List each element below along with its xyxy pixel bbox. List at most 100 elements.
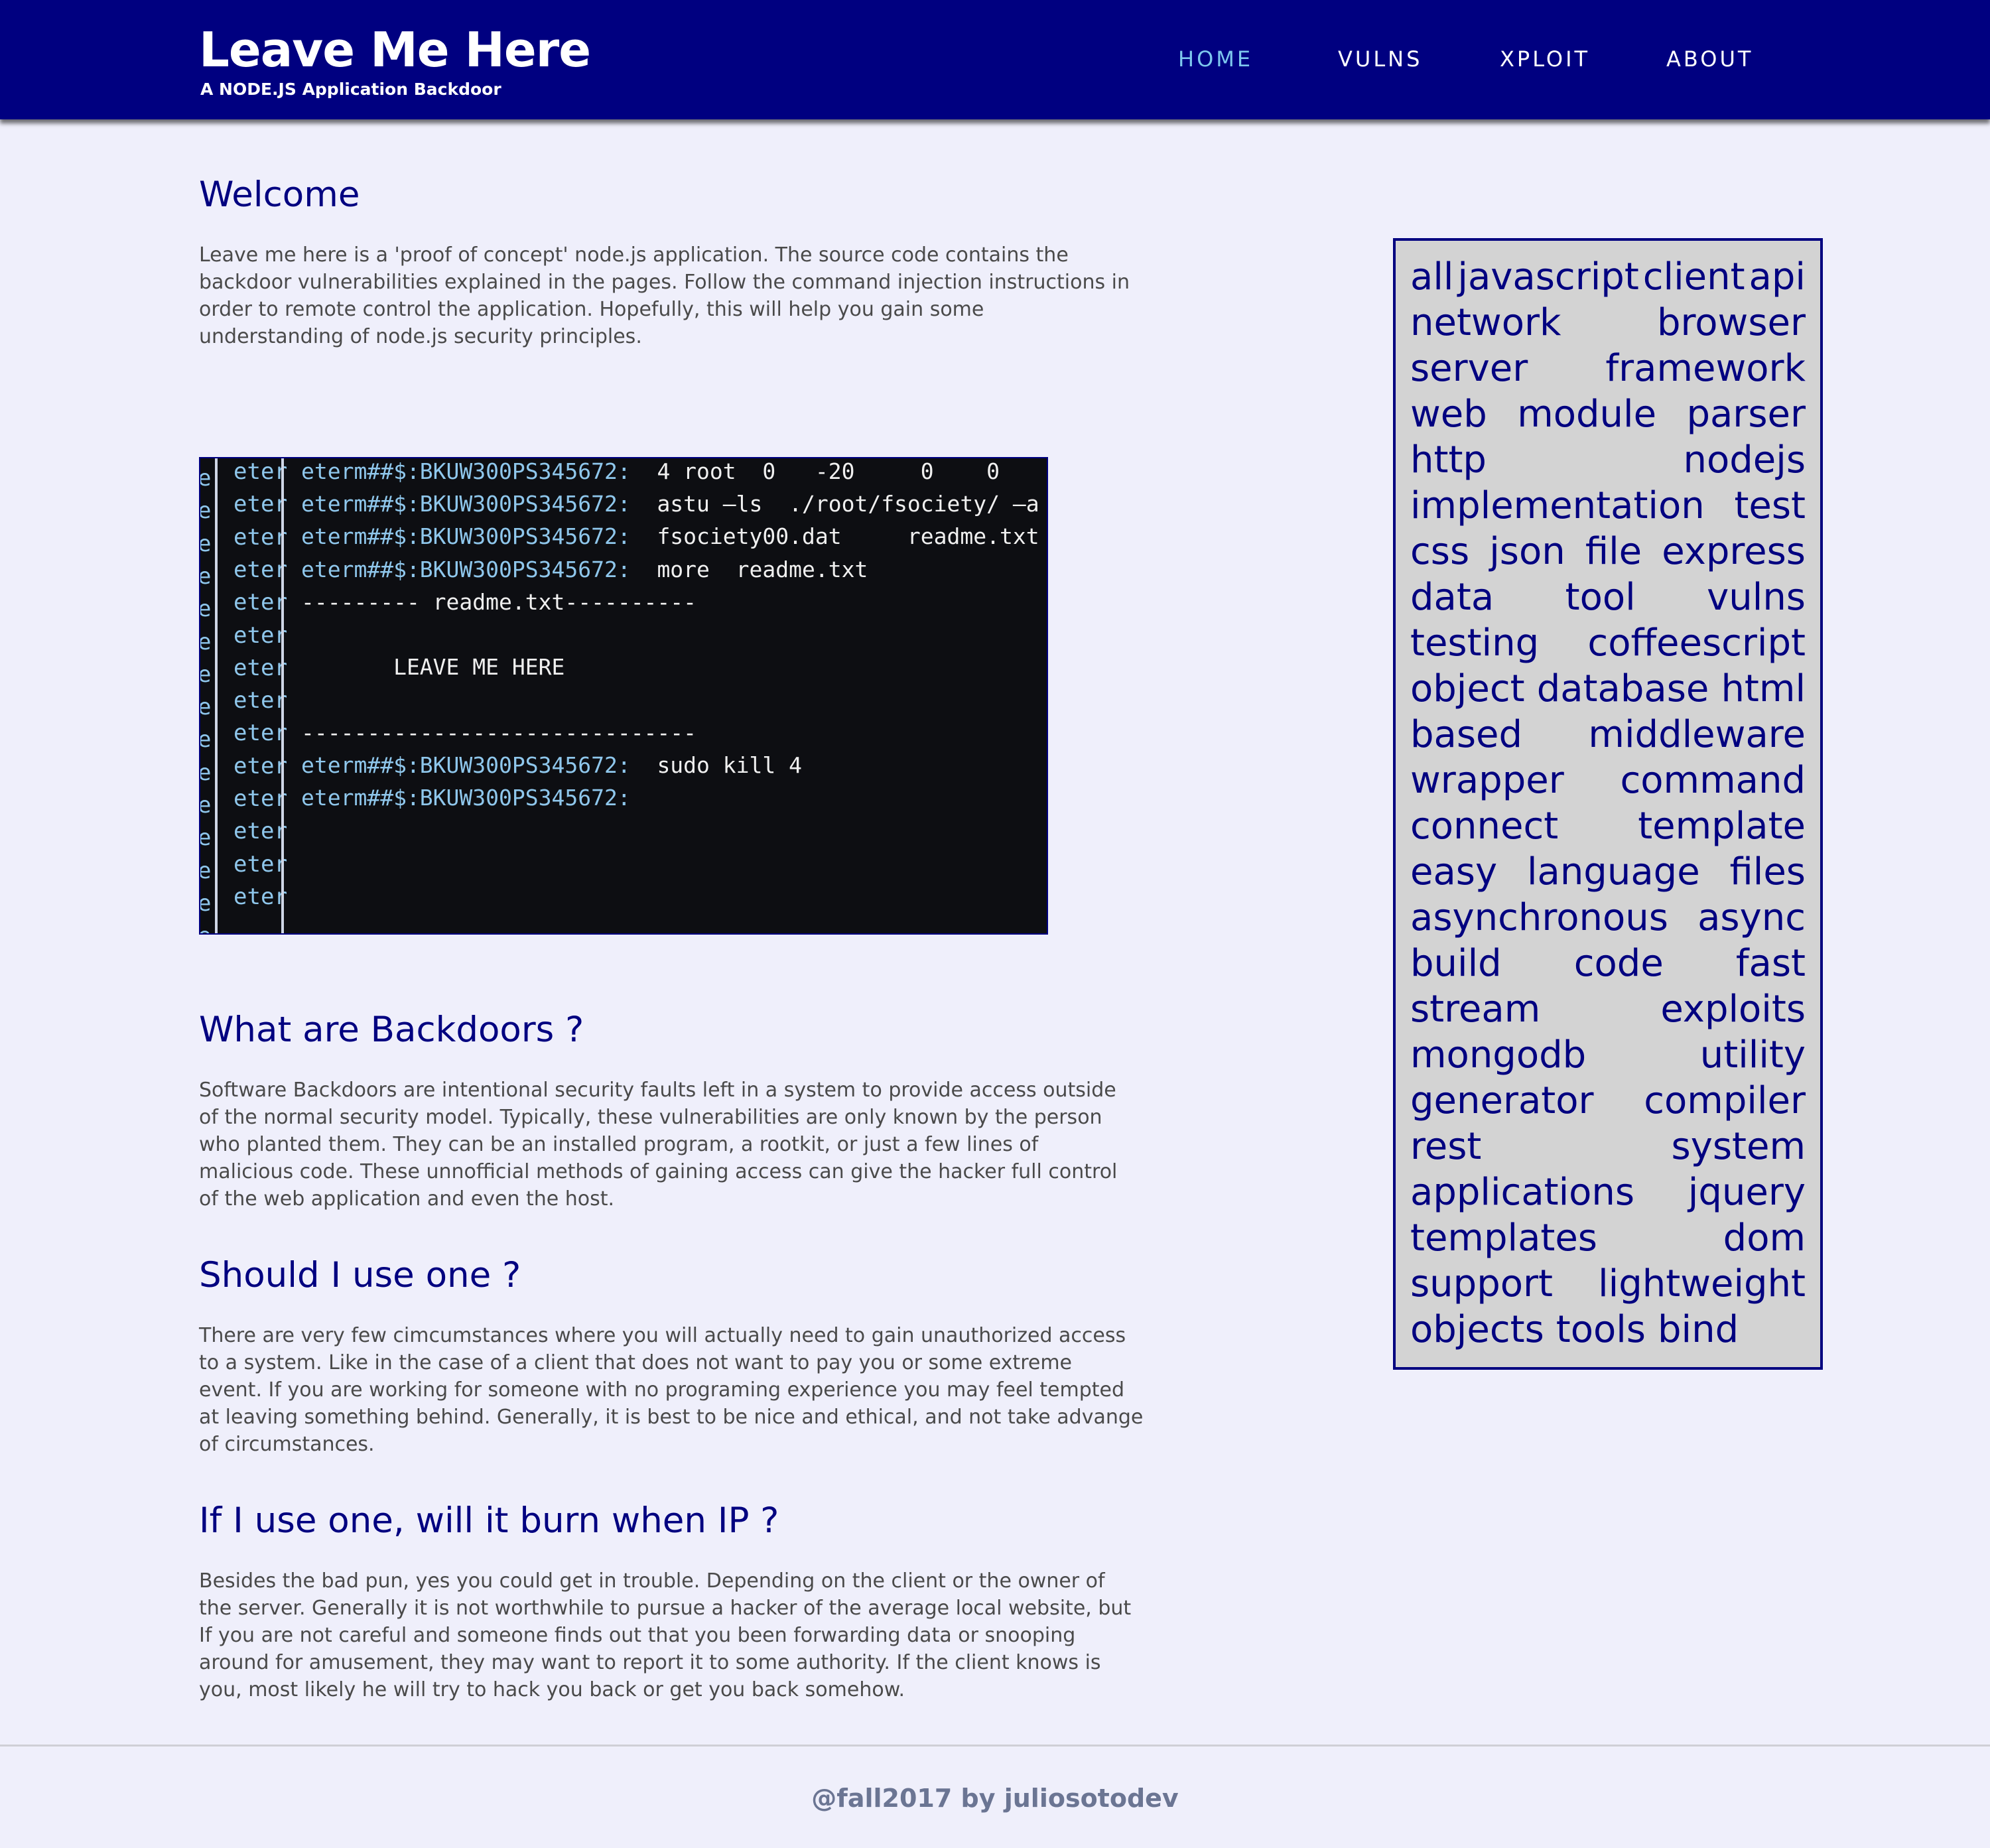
tag-link[interactable]: html bbox=[1721, 666, 1806, 712]
terminal-divider bbox=[281, 458, 284, 933]
gutter-glyph: e bbox=[200, 792, 211, 819]
text-line: backdoor vulnerabilities explained in th… bbox=[199, 271, 1130, 294]
tag-row: based middleware bbox=[1410, 712, 1806, 758]
tag-link[interactable]: object bbox=[1410, 666, 1525, 712]
tag-link[interactable]: exploits bbox=[1660, 986, 1806, 1032]
footer-credit: @fall2017 by juliosotodev bbox=[811, 1784, 1179, 1813]
terminal-line: LEAVE ME HERE bbox=[301, 654, 564, 681]
tag-link[interactable]: files bbox=[1730, 849, 1806, 895]
tag-row: testing coffeescript bbox=[1410, 620, 1806, 666]
nav-xploit[interactable]: XPLOIT bbox=[1500, 42, 1590, 76]
tag-link[interactable]: parser bbox=[1686, 391, 1806, 437]
site-tagline: A NODE.JS Application Backdoor bbox=[200, 80, 501, 99]
burn-heading: If I use one, will it burn when IP ? bbox=[199, 1500, 779, 1541]
tag-link[interactable]: network bbox=[1410, 300, 1561, 346]
text-line: at leaving something behind. Generally, … bbox=[199, 1406, 1144, 1429]
tag-link[interactable]: testing bbox=[1410, 620, 1539, 666]
tag-link[interactable]: css bbox=[1410, 529, 1469, 574]
tag-link[interactable]: all bbox=[1410, 254, 1453, 300]
tag-row: applications jquery bbox=[1410, 1169, 1806, 1215]
tag-link[interactable]: template bbox=[1638, 803, 1806, 849]
tag-link[interactable]: database bbox=[1537, 666, 1709, 712]
tag-link[interactable]: javascript bbox=[1457, 254, 1638, 300]
tag-link[interactable]: rest bbox=[1410, 1124, 1481, 1169]
tag-link[interactable]: stream bbox=[1410, 986, 1540, 1032]
tag-link[interactable]: web bbox=[1410, 391, 1487, 437]
gutter-word: eter bbox=[233, 720, 287, 747]
tag-link[interactable]: objects bbox=[1410, 1307, 1544, 1353]
tag-link[interactable]: framework bbox=[1605, 346, 1806, 391]
tag-link[interactable]: applications bbox=[1410, 1169, 1634, 1215]
terminal-command: ------------------------------ bbox=[301, 719, 697, 746]
tag-link[interactable]: browser bbox=[1657, 300, 1806, 346]
tag-link[interactable]: coffeescript bbox=[1587, 620, 1806, 666]
tag-link[interactable]: vulns bbox=[1707, 574, 1806, 620]
tag-link[interactable]: dom bbox=[1723, 1215, 1806, 1261]
tag-link[interactable]: api bbox=[1749, 254, 1806, 300]
tag-link[interactable]: tool bbox=[1565, 574, 1636, 620]
tag-link[interactable]: tools bbox=[1556, 1307, 1646, 1353]
tag-link[interactable]: language bbox=[1527, 849, 1700, 895]
tag-link[interactable]: async bbox=[1697, 895, 1806, 941]
tag-link[interactable]: connect bbox=[1410, 803, 1558, 849]
terminal-command: 4 root 0 -20 0 0 bbox=[630, 458, 1000, 484]
tag-link[interactable]: asynchronous bbox=[1410, 895, 1668, 941]
tag-link[interactable]: code bbox=[1574, 941, 1664, 986]
tag-link[interactable]: templates bbox=[1410, 1215, 1597, 1261]
terminal-command: LEAVE ME HERE bbox=[301, 654, 565, 681]
tag-link[interactable]: generator bbox=[1410, 1078, 1594, 1124]
tag-link[interactable]: module bbox=[1517, 391, 1656, 437]
tag-link[interactable]: server bbox=[1410, 346, 1528, 391]
terminal-line: --------- readme.txt---------- bbox=[301, 589, 696, 616]
tag-row: network browser bbox=[1410, 300, 1806, 346]
welcome-text: Leave me here is a 'proof of concept' no… bbox=[199, 241, 1201, 350]
tag-link[interactable]: implementation bbox=[1410, 483, 1705, 529]
tag-link[interactable]: json bbox=[1489, 529, 1565, 574]
tag-link[interactable]: fast bbox=[1736, 941, 1806, 986]
tag-link[interactable]: middleware bbox=[1588, 712, 1806, 758]
gutter-word: eter bbox=[233, 622, 287, 649]
tag-row: data tool vulns bbox=[1410, 574, 1806, 620]
gutter-glyph: e bbox=[200, 661, 211, 688]
gutter-word: eter bbox=[233, 589, 287, 616]
tag-link[interactable]: file bbox=[1585, 529, 1642, 574]
tag-link[interactable]: bind bbox=[1658, 1307, 1739, 1353]
site-header: Leave Me Here A NODE.JS Application Back… bbox=[0, 0, 1990, 119]
nav-about[interactable]: ABOUT bbox=[1666, 42, 1753, 76]
tag-link[interactable]: support bbox=[1410, 1261, 1553, 1307]
tag-link[interactable]: test bbox=[1734, 483, 1806, 529]
tag-link[interactable]: http bbox=[1410, 437, 1487, 483]
tag-link[interactable]: wrapper bbox=[1410, 758, 1564, 803]
tag-link[interactable]: based bbox=[1410, 712, 1522, 758]
tag-link[interactable]: build bbox=[1410, 941, 1502, 986]
text-line: of the normal security model. Typically,… bbox=[199, 1106, 1102, 1129]
nav-home[interactable]: HOME bbox=[1178, 42, 1253, 76]
tag-link[interactable]: easy bbox=[1410, 849, 1497, 895]
tag-link[interactable]: compiler bbox=[1644, 1078, 1806, 1124]
gutter-glyph: e bbox=[200, 497, 211, 524]
tag-link[interactable]: jquery bbox=[1688, 1169, 1806, 1215]
tag-link[interactable]: utility bbox=[1700, 1032, 1806, 1078]
footer-divider bbox=[0, 1745, 1990, 1747]
text-line: There are very few cimcumstances where y… bbox=[199, 1324, 1126, 1347]
tag-link[interactable]: data bbox=[1410, 574, 1494, 620]
terminal-line: eterm##$:BKUW300PS345672: 4 root 0 -20 0… bbox=[301, 458, 1000, 485]
tag-row: generator compiler bbox=[1410, 1078, 1806, 1124]
text-line: Besides the bad pun, yes you could get i… bbox=[199, 1569, 1105, 1593]
tag-link[interactable]: express bbox=[1662, 529, 1806, 574]
tag-link[interactable]: lightweight bbox=[1598, 1261, 1806, 1307]
terminal-line: eterm##$:BKUW300PS345672: bbox=[301, 785, 631, 811]
tag-link[interactable]: command bbox=[1620, 758, 1806, 803]
terminal-prompt: eterm##$:BKUW300PS345672: bbox=[301, 752, 631, 778]
nav-vulns[interactable]: VULNS bbox=[1338, 42, 1422, 76]
tag-link[interactable]: client bbox=[1643, 254, 1745, 300]
tag-link[interactable]: system bbox=[1672, 1124, 1806, 1169]
text-line: event. If you are working for someone wi… bbox=[199, 1378, 1125, 1402]
terminal-command: more readme.txt bbox=[630, 556, 868, 582]
tag-link[interactable]: mongodb bbox=[1410, 1032, 1586, 1078]
terminal-prompt: eterm##$:BKUW300PS345672: bbox=[301, 491, 631, 517]
site-title[interactable]: Leave Me Here bbox=[199, 20, 591, 80]
tag-row: server framework bbox=[1410, 346, 1806, 391]
gutter-word: eter bbox=[233, 523, 287, 551]
tag-link[interactable]: nodejs bbox=[1684, 437, 1806, 483]
